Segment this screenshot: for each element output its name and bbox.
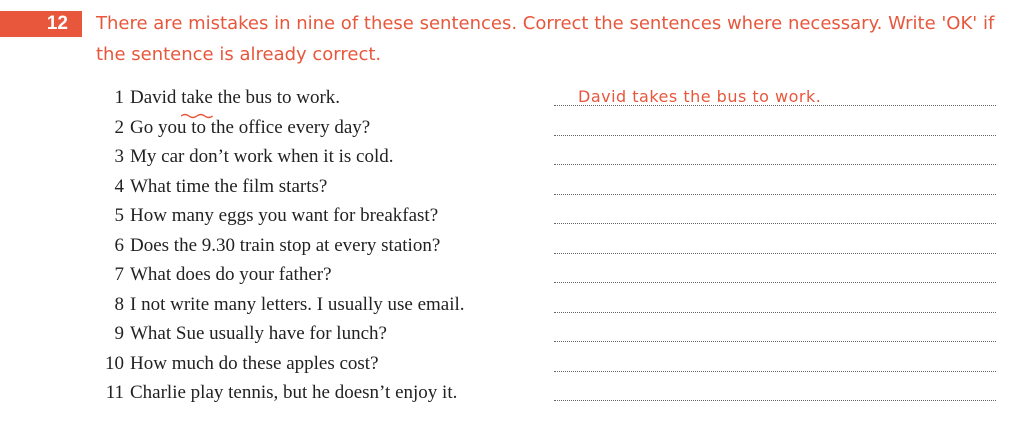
item-sentence: What time the film starts? <box>130 175 328 197</box>
item-number: 9 <box>114 323 125 344</box>
list-item: 5 How many eggs you want for breakfast? <box>0 201 1017 231</box>
item-number: 5 <box>114 205 125 226</box>
answer-line[interactable] <box>554 260 996 283</box>
item-number: 4 <box>114 175 125 197</box>
answer-line[interactable] <box>554 231 996 254</box>
item-number: 6 <box>114 234 125 256</box>
error-word: take <box>181 83 213 119</box>
item-sentence: I not write many letters. I usually use … <box>130 293 465 315</box>
answer-text: David takes the bus to work. <box>578 87 822 106</box>
list-item: 6 Does the 9.30 train stop at every stat… <box>0 231 1017 261</box>
item-number: 2 <box>114 116 125 138</box>
answer-line[interactable] <box>554 290 996 313</box>
item-sentence: My car don’t work when it is cold. <box>130 146 394 167</box>
answer-line[interactable] <box>554 349 996 372</box>
list-item: 8 I not write many letters. I usually us… <box>0 290 1017 320</box>
item-sentence: Charlie play tennis, but he doesn’t enjo… <box>130 382 458 403</box>
item-number: 8 <box>114 293 125 315</box>
list-item: 2 Go you to the office every day? <box>0 113 1017 143</box>
item-sentence: Go you to the office every day? <box>130 116 371 138</box>
answer-line[interactable] <box>554 319 996 342</box>
list-item: 7 What does do your father? <box>0 260 1017 290</box>
list-item: 11 Charlie play tennis, but he doesn’t e… <box>0 378 1017 408</box>
item-number: 11 <box>105 382 124 403</box>
item-sentence: How much do these apples cost? <box>130 352 379 374</box>
item-number: 3 <box>114 146 125 167</box>
item-number: 10 <box>105 352 124 374</box>
item-number: 7 <box>114 264 125 285</box>
item-sentence: What does do your father? <box>130 264 332 285</box>
list-item: 9 What Sue usually have for lunch? <box>0 319 1017 349</box>
answer-line[interactable]: David takes the bus to work. <box>554 83 996 106</box>
item-sentence: What Sue usually have for lunch? <box>130 323 387 344</box>
answer-line[interactable] <box>554 113 996 136</box>
item-sentence: David take the bus to work. <box>130 83 340 119</box>
list-item: 10 How much do these apples cost? <box>0 349 1017 379</box>
exercise-number-badge: 12 <box>0 11 82 37</box>
answer-line[interactable] <box>554 142 996 165</box>
item-number: 1 <box>114 87 125 108</box>
list-item: 1 David take the bus to work. David take… <box>0 83 1017 119</box>
answer-line[interactable] <box>554 378 996 401</box>
answer-line[interactable] <box>554 201 996 224</box>
list-item: 4 What time the film starts? <box>0 172 1017 202</box>
item-sentence: Does the 9.30 train stop at every statio… <box>130 234 441 256</box>
item-sentence: How many eggs you want for breakfast? <box>130 205 439 226</box>
answer-line[interactable] <box>554 172 996 195</box>
exercise-instructions: There are mistakes in nine of these sent… <box>96 13 995 65</box>
list-item: 3 My car don’t work when it is cold. <box>0 142 1017 172</box>
